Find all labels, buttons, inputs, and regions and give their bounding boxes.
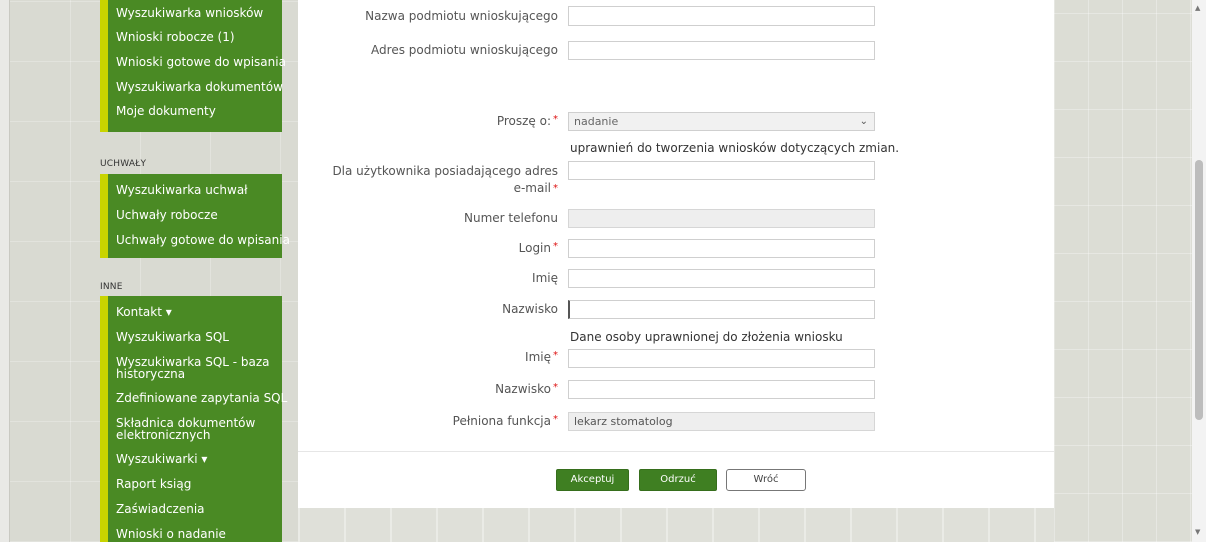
sidebar-item-wyszukiwarka-sql-historyczna[interactable]: Wyszukiwarka SQL - baza historyczna (108, 350, 282, 386)
nazwa-label: Nazwa podmiotu wnioskującego (365, 9, 558, 23)
sidebar-item-wnioski-o-nadanie[interactable]: Wnioski o nadanie (108, 522, 282, 542)
sidebar-item-skladnica-dokumentow[interactable]: Składnica dokumentów elektronicznych (108, 411, 282, 447)
sidebar-item-kontakt[interactable]: Kontakt ▾ (108, 300, 282, 325)
section-label-inne: INNE (100, 282, 123, 292)
menu-block-wnioski: Wyszukiwarka wniosków Wnioski robocze (1… (100, 0, 286, 132)
akceptuj-button[interactable]: Akceptuj (556, 469, 629, 491)
sidebar-item-wyszukiwarka-sql[interactable]: Wyszukiwarka SQL (108, 325, 282, 350)
login-label: Login * (518, 241, 558, 255)
prosze-select[interactable]: nadanie ⌄ (568, 112, 875, 131)
sidebar-item-zaswiadczenia[interactable]: Zaświadczenia (108, 497, 282, 522)
form-footer: Akceptuj Odrzuć Wróć (298, 451, 1054, 508)
telefon-input[interactable] (568, 209, 875, 228)
funkcja-input[interactable]: lekarz stomatolog (568, 412, 875, 431)
sidebar-item-wyszukiwarki[interactable]: Wyszukiwarki ▾ (108, 447, 282, 472)
background-right (1054, 0, 1192, 542)
adres-input[interactable] (568, 41, 875, 60)
imie-input[interactable] (568, 269, 875, 288)
sidebar-item-moje-dokumenty[interactable]: Moje dokumenty (108, 100, 282, 132)
email-label: Dla użytkownika posiadającego adres e-ma… (332, 164, 558, 195)
sidebar-item-wyszukiwarka-wnioskow[interactable]: Wyszukiwarka wniosków (108, 3, 282, 25)
background-bottom (298, 508, 1054, 542)
menu-block-uchwaly: Wyszukiwarka uchwał Uchwały robocze Uchw… (100, 174, 290, 258)
funkcja-label: Pełniona funkcja * (452, 414, 558, 428)
window-edge (0, 0, 10, 542)
sidebar-item-zdefiniowane-zapytania[interactable]: Zdefiniowane zapytania SQL (108, 386, 287, 411)
osoba-imie-input[interactable] (568, 349, 875, 368)
menu-block-inne: Kontakt ▾ Wyszukiwarka SQL Wyszukiwarka … (100, 296, 287, 542)
section-label-uchwaly: UCHWAŁY (100, 159, 147, 169)
nazwisko-label: Nazwisko (502, 302, 558, 316)
sidebar-item-wyszukiwarka-dokumentow[interactable]: Wyszukiwarka dokumentów (108, 75, 283, 100)
osoba-nazwisko-label: Nazwisko * (495, 382, 558, 396)
sidebar-item-wyszukiwarka-uchwal[interactable]: Wyszukiwarka uchwał (108, 178, 282, 203)
scroll-up-icon[interactable]: ▲ (1195, 4, 1200, 12)
sidebar-item-wnioski-robocze[interactable]: Wnioski robocze (1) (108, 25, 282, 50)
prosze-label: Proszę o: * (496, 114, 558, 128)
prosze-note: uprawnień do tworzenia wniosków dotycząc… (570, 141, 900, 155)
chevron-down-icon: ⌄ (859, 116, 868, 127)
prosze-select-value: nadanie (574, 115, 619, 128)
imie-label: Imię (532, 271, 558, 285)
scroll-down-icon[interactable]: ▼ (1195, 528, 1200, 536)
adres-label: Adres podmiotu wnioskującego (371, 43, 558, 57)
form-panel: Nazwa podmiotu wnioskującego Adres podmi… (298, 0, 1054, 451)
login-input[interactable] (568, 239, 875, 258)
scroll-thumb[interactable] (1195, 160, 1203, 420)
sidebar-item-wnioski-gotowe[interactable]: Wnioski gotowe do wpisania (108, 50, 286, 75)
sidebar-item-uchwaly-gotowe[interactable]: Uchwały gotowe do wpisania (108, 228, 290, 253)
email-input[interactable] (568, 161, 875, 180)
wroc-button[interactable]: Wróć (726, 469, 806, 491)
sidebar-item-raport-ksiag[interactable]: Raport ksiąg (108, 472, 282, 497)
page-scrollbar[interactable]: ▲ ▼ (1192, 0, 1206, 542)
nazwa-input[interactable] (568, 6, 875, 26)
osoba-imie-label: Imię * (525, 350, 558, 364)
nazwisko-input[interactable] (568, 300, 875, 319)
telefon-label: Numer telefonu (464, 211, 558, 225)
osoba-nazwisko-input[interactable] (568, 380, 875, 399)
osoba-uprawniona-heading: Dane osoby uprawnionej do złożenia wnios… (570, 330, 843, 344)
odrzuc-button[interactable]: Odrzuć (639, 469, 717, 491)
sidebar-item-uchwaly-robocze[interactable]: Uchwały robocze (108, 203, 282, 228)
